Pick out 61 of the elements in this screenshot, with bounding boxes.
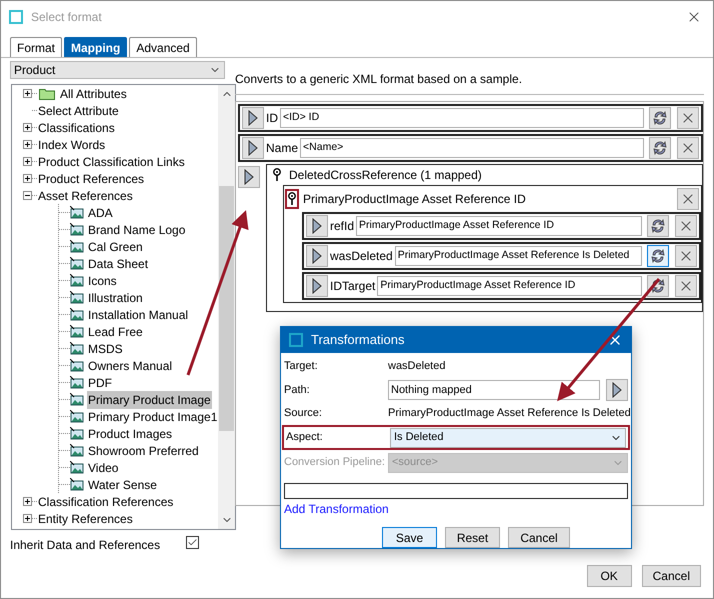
tree-item[interactable]: Entity References xyxy=(37,510,134,528)
tree-item[interactable]: Icons xyxy=(87,272,118,290)
tab[interactable]: Format xyxy=(10,37,62,57)
tree-item[interactable]: Product References xyxy=(37,170,146,188)
mapping-field[interactable]: PrimaryProductImage Asset Reference ID xyxy=(356,216,642,236)
tree-item[interactable]: Video xyxy=(87,458,120,476)
tree-item[interactable]: PDF xyxy=(87,374,113,392)
group-label: DeletedCrossReference (1 mapped) xyxy=(289,167,482,184)
tree-item[interactable]: Select Attribute xyxy=(37,102,120,120)
field-value: wasDeleted xyxy=(388,359,446,374)
tree-item[interactable]: Primary Product Image xyxy=(87,390,212,408)
field-label: Target: xyxy=(284,359,319,374)
dialog-title: Transformations xyxy=(311,331,406,350)
field-label: Path: xyxy=(284,382,311,398)
checkbox-label: Inherit Data and References xyxy=(10,537,162,554)
mapping-field[interactable]: <ID> ID xyxy=(280,108,644,128)
dialog-button[interactable]: Cancel xyxy=(508,527,570,548)
add-transformation-link[interactable]: Add Transformation xyxy=(284,500,628,518)
mapping-label: wasDeleted xyxy=(330,248,393,265)
tree-item[interactable]: Installation Manual xyxy=(87,306,190,324)
tree-item[interactable]: Lead Free xyxy=(87,322,144,340)
tree-item[interactable]: ADA xyxy=(87,204,114,222)
mapping-field[interactable]: PrimaryProductImage Asset Reference Is Deleted xyxy=(394,246,642,266)
tree-item[interactable]: Data Sheet xyxy=(87,254,150,272)
tree-item[interactable]: Owners Manual xyxy=(87,356,174,374)
mapping-field[interactable]: <Name> xyxy=(300,138,644,158)
window-title: Select format xyxy=(31,8,103,26)
tree-item[interactable]: Brand Name Logo xyxy=(87,220,186,238)
path-field[interactable]: Nothing mapped xyxy=(388,380,600,400)
mapping-field[interactable]: PrimaryProductImage Asset Reference ID xyxy=(377,276,642,296)
field-value: PrimaryProductImage Asset Reference Is Deleted xyxy=(388,406,631,422)
tree-item[interactable]: Product Classification Links xyxy=(37,152,186,170)
tree-item[interactable]: Index Words xyxy=(37,136,106,154)
tree-item[interactable]: All Attributes xyxy=(59,85,128,102)
tree-item[interactable]: Water Sense xyxy=(87,476,158,494)
field-label: Source: xyxy=(284,406,323,422)
mapping-label: refId xyxy=(330,218,354,235)
type-dropdown[interactable]: Product xyxy=(10,61,225,79)
mapping-label: IDTarget xyxy=(330,278,376,295)
tree-item[interactable]: Cal Green xyxy=(87,238,144,256)
description-text: Converts to a generic XML format based on a sample. xyxy=(235,71,524,86)
field-label: Aspect: xyxy=(286,430,324,446)
dialog-button[interactable]: Reset xyxy=(445,527,500,548)
tree-item[interactable]: Product Images xyxy=(87,424,174,442)
dialog-button[interactable]: Cancel xyxy=(642,565,701,587)
tab[interactable]: Advanced xyxy=(129,37,197,57)
tree-item[interactable]: Primary Product Image1 xyxy=(87,408,218,426)
tree-item[interactable]: Classification References xyxy=(37,492,174,510)
dialog-button[interactable]: OK xyxy=(586,565,632,587)
dropdown[interactable]: Is Deleted xyxy=(390,428,626,448)
group-label: PrimaryProductImage Asset Reference ID xyxy=(303,191,527,208)
tree-item[interactable]: Classifications xyxy=(37,118,116,136)
mapping-label: ID xyxy=(266,110,278,127)
tree-item[interactable]: MSDS xyxy=(87,340,124,358)
tree-item[interactable]: Asset References xyxy=(37,186,134,204)
field-label: Conversion Pipeline: xyxy=(284,455,386,470)
mapping-label: Name xyxy=(266,140,298,157)
tree-item[interactable]: Showroom Preferred xyxy=(87,442,200,460)
tree-item[interactable]: Illustration xyxy=(87,288,144,306)
tab[interactable]: Mapping xyxy=(64,37,128,57)
dialog-button[interactable]: Save xyxy=(382,527,437,548)
